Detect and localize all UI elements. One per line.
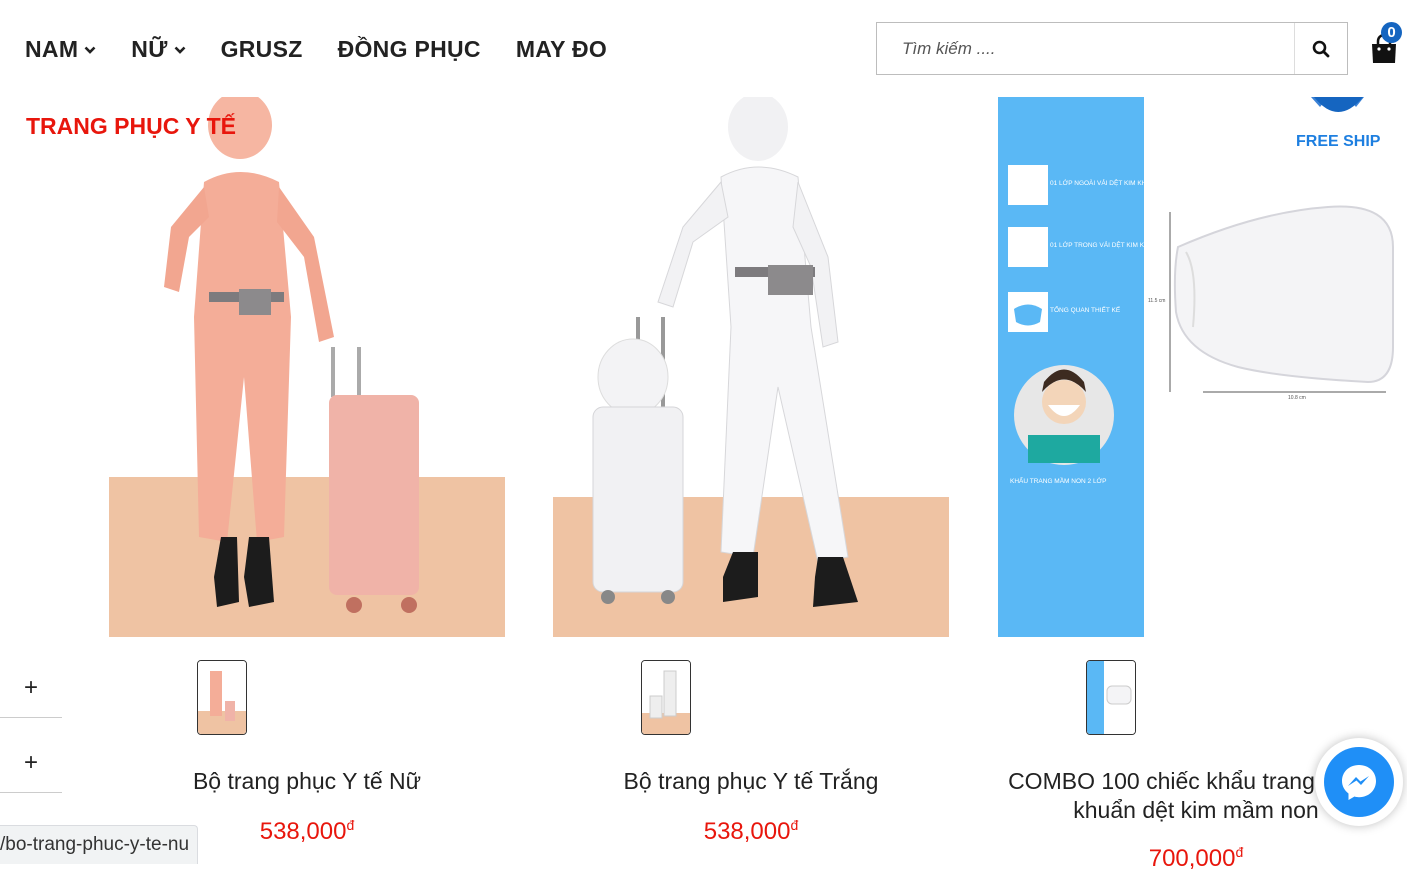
product-name[interactable]: Bộ trang phục Y tế Nữ	[109, 767, 505, 796]
product-thumbnail[interactable]	[197, 660, 247, 735]
free-ship-badge: FREE SHIP	[1296, 133, 1381, 150]
product-price: 538,000đ	[553, 817, 949, 846]
product-image[interactable]: 01 LỚP NGOÀI VẢI DỆT KIM KHÁNG KHUẨN 01 …	[998, 97, 1407, 637]
main-nav: NAM NỮ GRUSZ ĐỒNG PHỤC MAY ĐO	[25, 36, 642, 63]
cart-count-badge: 0	[1381, 22, 1402, 43]
thumbnail-image	[1087, 661, 1135, 734]
category-title: TRANG PHỤC Y TẾ	[26, 113, 237, 139]
product-thumbnail[interactable]	[641, 660, 691, 735]
currency-symbol: đ	[790, 817, 799, 833]
price-value: 538,000	[259, 818, 347, 845]
mask-combo-photo: 01 LỚP NGOÀI VẢI DỆT KIM KHÁNG KHUẨN 01 …	[998, 97, 1407, 637]
nav-item-label: MAY ĐO	[515, 36, 608, 62]
nav-item-may-do[interactable]: MAY ĐO	[516, 36, 607, 63]
chevron-down-icon	[84, 46, 96, 54]
price-value: 700,000	[1148, 845, 1236, 872]
search-icon	[1312, 40, 1330, 57]
layer-outer-text: 01 LỚP NGOÀI VẢI DỆT KIM KHÁNG KHUẨN	[1050, 178, 1185, 187]
nav-item-nu[interactable]: NỮ	[131, 36, 185, 63]
currency-symbol: đ	[346, 817, 355, 833]
product-thumbnail[interactable]	[1086, 660, 1136, 735]
price-value: 538,000	[703, 818, 791, 845]
messenger-glyph	[1342, 765, 1376, 800]
nav-item-dong-phuc[interactable]: ĐỒNG PHỤC	[338, 36, 481, 63]
nav-item-label: GRUSZ	[220, 36, 303, 62]
product-image[interactable]	[553, 97, 949, 637]
thumbnail-image	[198, 661, 246, 734]
height-dimension: 11.5 cm	[1148, 298, 1165, 304]
status-bar-url: /bo-trang-phuc-y-te-nu	[0, 825, 199, 864]
pink-suit-photo	[109, 97, 505, 637]
search-box	[876, 22, 1348, 75]
search-button[interactable]	[1294, 23, 1347, 74]
messenger-icon	[1324, 747, 1394, 817]
nav-item-label: NAM	[25, 36, 79, 62]
width-dimension: 10.8 cm	[1288, 395, 1306, 401]
product-price: 700,000đ	[998, 844, 1394, 873]
nav-item-grusz[interactable]: GRUSZ	[221, 36, 303, 63]
white-suit-photo	[553, 97, 949, 637]
nav-item-label: NỮ	[131, 36, 168, 62]
chevron-down-icon	[174, 46, 185, 54]
currency-symbol: đ	[1235, 844, 1244, 860]
product-image[interactable]	[109, 97, 505, 637]
nav-item-label: ĐỒNG PHỤC	[337, 36, 481, 62]
filter-expand-button[interactable]: +	[0, 733, 62, 793]
product-name[interactable]: Bộ trang phục Y tế Trắng	[553, 767, 949, 796]
thumbnail-image	[642, 661, 690, 734]
search-input[interactable]	[877, 23, 1294, 74]
nav-item-nam[interactable]: NAM	[25, 36, 96, 63]
filter-expand-button[interactable]: +	[0, 658, 62, 718]
layer-inner-text: 01 LỚP TRONG VẢI DỆT KIM KHÁNG KHUẨN	[1050, 240, 1188, 249]
messenger-chat-button[interactable]	[1315, 738, 1403, 826]
